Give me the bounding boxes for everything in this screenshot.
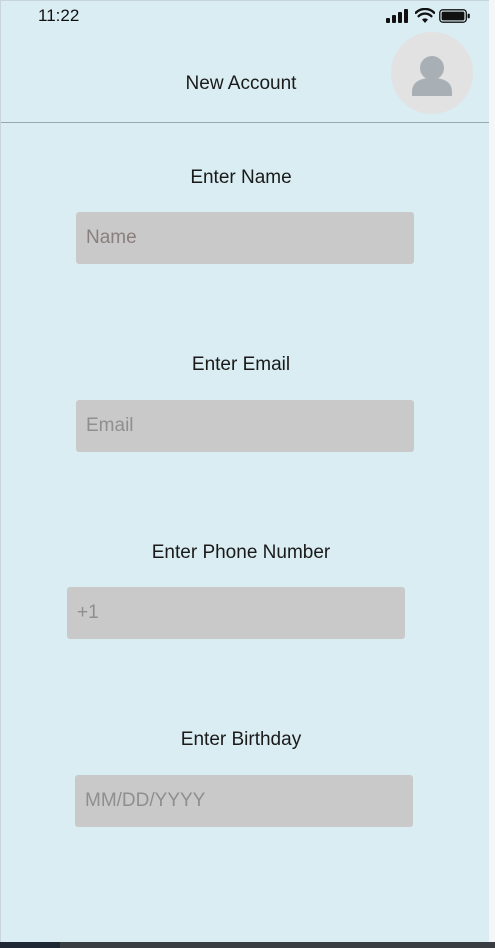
- email-label: Enter Email: [191, 354, 291, 375]
- battery-icon: [439, 9, 470, 23]
- wifi-icon: [415, 8, 435, 23]
- phone-input[interactable]: [67, 587, 405, 639]
- taskbar-segment: [0, 942, 60, 948]
- phone-label: Enter Phone Number: [151, 542, 331, 563]
- header-divider: [1, 122, 489, 123]
- phone-screen: 11:22 New Account Enter Name Enter Email: [0, 0, 489, 942]
- birthday-label: Enter Birthday: [180, 729, 302, 750]
- window-edge-right: [489, 0, 495, 948]
- birthday-input[interactable]: [75, 775, 413, 827]
- email-input[interactable]: [76, 400, 414, 452]
- signal-icon: [386, 9, 408, 23]
- user-avatar-icon: [412, 56, 452, 96]
- name-input[interactable]: [76, 212, 414, 264]
- avatar[interactable]: [391, 32, 473, 114]
- status-time: 11:22: [38, 6, 80, 25]
- window-edge-bottom: [0, 942, 495, 948]
- status-icons: [386, 7, 472, 27]
- name-label: Enter Name: [190, 167, 292, 188]
